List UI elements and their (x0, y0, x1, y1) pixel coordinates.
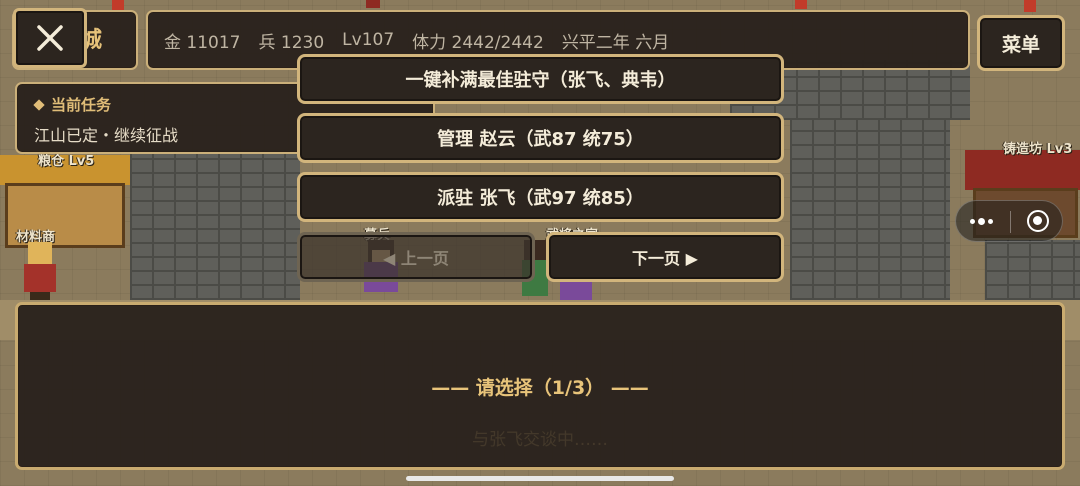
task-heading: 当前任务 (51, 96, 112, 114)
map-wall (985, 240, 1080, 300)
lantern (1024, 0, 1036, 12)
lantern (366, 0, 380, 8)
capsule-divider (1010, 211, 1011, 233)
npc-merchant-sprite (22, 242, 58, 300)
manage-zhaoyun-option[interactable]: 管理 赵云（武87 统75） (297, 113, 784, 163)
close-icon (37, 25, 63, 51)
lantern (112, 0, 124, 10)
lantern (795, 0, 807, 9)
task-text: 江山已定・继续征战 (34, 126, 179, 145)
level-stat: Lv107 (342, 30, 395, 50)
stamina-stat: 体力 2442/2442 (412, 32, 544, 53)
map-wall (130, 150, 300, 300)
map-wall (790, 120, 950, 300)
diamond-icon (33, 98, 45, 111)
dialog-title: —— 请选择（1/3） —— (431, 377, 649, 399)
dialog-faded-text: 与张飞交谈中…… (472, 430, 608, 450)
capsule-controls (955, 200, 1063, 242)
troops-stat: 兵 1230 (258, 32, 325, 53)
dialog-box: —— 请选择（1/3） —— 与张飞交谈中…… (15, 302, 1065, 470)
more-icon[interactable] (970, 218, 993, 225)
station-zhangfei-option[interactable]: 派驻 张飞（武97 统85） (297, 172, 784, 222)
gold-stat: 金 11017 (164, 32, 241, 53)
close-button[interactable] (13, 8, 87, 68)
menu-button[interactable]: 菜单 (977, 15, 1065, 71)
next-page-button[interactable]: 下一页 ▶ (546, 232, 784, 282)
map-label-forge: 铸造坊 Lv3 (1003, 142, 1073, 157)
home-indicator (406, 476, 674, 481)
task-heading-row: 当前任务 (33, 94, 112, 115)
prev-page-button[interactable]: ◀ 上一页 (297, 232, 535, 282)
auto-garrison-option[interactable]: 一键补满最佳驻守（张飞、典韦） (297, 54, 784, 104)
date-stat: 兴平二年 六月 (561, 32, 670, 53)
close-miniprogram-icon[interactable] (1027, 210, 1049, 232)
